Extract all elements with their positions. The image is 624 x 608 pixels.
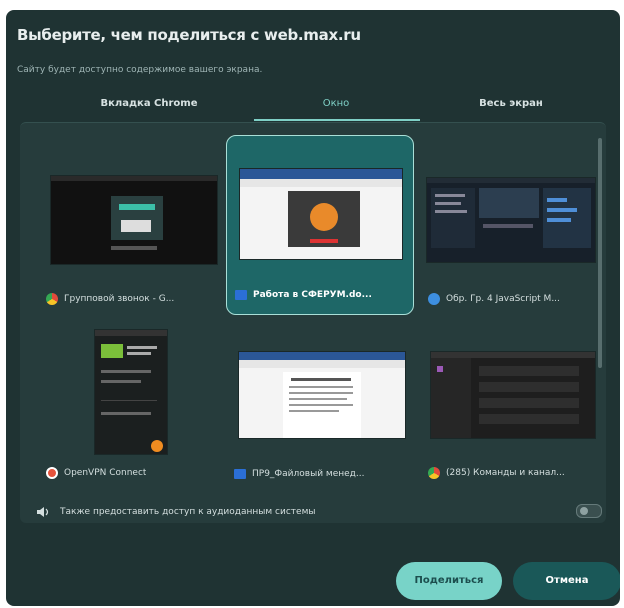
share-button[interactable]: Поделиться [396,562,502,600]
window-title: Обр. Гр. 4 JavaScript M... [446,294,560,304]
word-icon [234,469,246,479]
window-title: Работа в СФЕРУМ.do... [253,290,372,300]
window-thumbnail [94,329,168,455]
thumbnail-preview [427,178,595,248]
audio-share-toggle[interactable] [576,504,602,518]
window-title: Групповой звонок - G... [64,294,175,304]
tab-chrome[interactable]: Вкладка Chrome [69,98,229,109]
audio-share-label: Также предоставить доступ к аудиоданным … [60,507,316,517]
thumbnail-preview [51,176,217,250]
tab-window[interactable]: Окно [256,98,416,109]
chrome-icon [428,467,440,479]
window-label-row: (285) Команды и канал... [428,467,600,479]
window-card-selected[interactable]: Работа в СФЕРУМ.do... [226,135,414,315]
window-card[interactable]: OpenVPN Connect [38,315,224,493]
window-label-row: Работа в СФЕРУМ.do... [235,290,407,300]
source-tabs: Вкладка Chrome Окно Весь экран [6,90,620,120]
window-label-row: Обр. Гр. 4 JavaScript M... [428,293,600,305]
cancel-button[interactable]: Отмена [513,562,620,600]
app-icon [428,293,440,305]
speaker-icon [37,507,49,517]
window-card[interactable]: Обр. Гр. 4 JavaScript M... [420,141,606,319]
scrollbar[interactable] [598,138,602,368]
window-thumbnail [50,175,218,265]
window-title: (285) Команды и канал... [446,468,565,478]
tab-entire-screen[interactable]: Весь экран [431,98,591,109]
chrome-icon [46,293,58,305]
window-thumbnail [426,177,596,263]
window-card[interactable]: Групповой звонок - G... [38,141,224,319]
dialog-subtitle: Сайту будет доступно содержимое вашего э… [17,65,263,75]
share-dialog: Выберите, чем поделиться с web.max.ru Са… [6,10,620,606]
window-title: OpenVPN Connect [64,468,147,478]
window-card[interactable]: (285) Команды и канал... [420,315,606,493]
thumbnail-preview [95,330,167,452]
window-grid: Групповой звонок - G... Работа в СФЕРУМ.… [20,122,606,523]
active-tab-indicator [254,119,420,121]
thumbnail-preview [239,352,405,438]
audio-share-row: Также предоставить доступ к аудиоданным … [36,506,315,518]
window-label-row: OpenVPN Connect [46,467,218,479]
openvpn-icon [46,467,58,479]
window-title: ПР9_Файловый менед... [252,469,365,479]
thumbnail-preview [431,352,595,438]
window-label-row: ПР9_Файловый менед... [234,469,406,479]
window-thumbnail [238,351,406,439]
window-thumbnail [430,351,596,439]
word-icon [235,290,247,300]
dialog-title: Выберите, чем поделиться с web.max.ru [17,26,361,44]
window-thumbnail [239,168,403,260]
window-card[interactable]: ПР9_Файловый менед... [226,315,412,493]
thumbnail-preview [240,169,402,247]
window-label-row: Групповой звонок - G... [46,293,218,305]
